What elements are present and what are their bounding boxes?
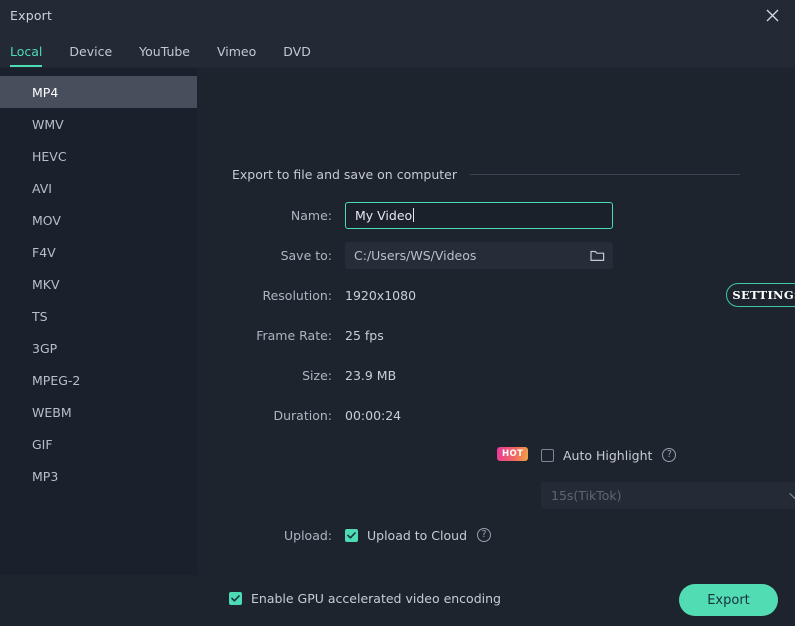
frame-rate-row: Frame Rate: 25 fps: [232, 322, 384, 348]
upload-label: Upload:: [232, 528, 345, 543]
export-button-label: Export: [707, 593, 750, 608]
export-dialog: Export Local Device YouTube Vimeo DVD MP…: [0, 0, 795, 626]
format-label: GIF: [32, 437, 53, 452]
upload-row: Upload: Upload to Cloud ?: [232, 522, 491, 548]
upload-help-icon[interactable]: ?: [477, 528, 491, 542]
size-label: Size:: [232, 368, 345, 383]
duration-value: 00:00:24: [345, 408, 401, 423]
tab-device[interactable]: Device: [69, 45, 112, 67]
tab-local[interactable]: Local: [10, 45, 42, 67]
tab-dvd[interactable]: DVD: [283, 45, 311, 67]
auto-highlight-help-icon[interactable]: ?: [662, 448, 676, 462]
format-label: F4V: [32, 245, 56, 260]
frame-rate-value: 25 fps: [345, 328, 384, 343]
format-label: TS: [32, 309, 48, 324]
duration-label: Duration:: [232, 408, 345, 423]
format-label: MPEG-2: [32, 373, 80, 388]
format-label: 3GP: [32, 341, 57, 356]
settings-button-label: SETTINGS: [732, 288, 795, 302]
folder-icon[interactable]: [589, 248, 605, 262]
tab-dvd-label: DVD: [283, 44, 311, 59]
help-glyph: ?: [481, 530, 486, 540]
settings-button[interactable]: SETTINGS: [726, 283, 795, 307]
resolution-row: Resolution: 1920x1080: [232, 282, 416, 308]
format-item-3gp[interactable]: 3GP: [0, 332, 197, 364]
format-item-hevc[interactable]: HEVC: [0, 140, 197, 172]
dialog-body: MP4 WMV HEVC AVI MOV F4V MKV TS 3GP MPEG…: [0, 68, 795, 626]
format-list: MP4 WMV HEVC AVI MOV F4V MKV TS 3GP MPEG…: [0, 68, 197, 626]
dialog-footer: Enable GPU accelerated video encoding Ex…: [0, 575, 795, 626]
text-caret: [413, 208, 414, 222]
export-button[interactable]: Export: [679, 584, 778, 616]
format-label: AVI: [32, 181, 52, 196]
tab-vimeo[interactable]: Vimeo: [217, 45, 256, 67]
auto-highlight-row: Auto Highlight ?: [541, 442, 676, 468]
format-item-mp4[interactable]: MP4: [0, 76, 197, 108]
format-item-ts[interactable]: TS: [0, 300, 197, 332]
format-label: MKV: [32, 277, 60, 292]
hot-badge-label: HOT: [502, 449, 523, 459]
window-title: Export: [10, 8, 52, 23]
highlight-preset-select[interactable]: 15s(TikTok): [541, 482, 795, 509]
format-label: MP4: [32, 85, 58, 100]
settings-panel: Export to file and save on computer Name…: [197, 68, 795, 626]
name-input[interactable]: My Video: [345, 202, 613, 229]
frame-rate-label: Frame Rate:: [232, 328, 345, 343]
format-item-mov[interactable]: MOV: [0, 204, 197, 236]
hot-badge: HOT: [497, 447, 528, 461]
format-item-wmv[interactable]: WMV: [0, 108, 197, 140]
duration-row: Duration: 00:00:24: [232, 402, 401, 428]
help-glyph: ?: [667, 450, 672, 460]
format-item-webm[interactable]: WEBM: [0, 396, 197, 428]
save-to-label: Save to:: [232, 248, 345, 263]
highlight-preset-value: 15s(TikTok): [551, 488, 622, 503]
format-label: WEBM: [32, 405, 72, 420]
format-item-mkv[interactable]: MKV: [0, 268, 197, 300]
gpu-acceleration-label: Enable GPU accelerated video encoding: [251, 591, 501, 606]
name-label: Name:: [232, 208, 345, 223]
name-row: Name: My Video: [232, 202, 613, 228]
format-item-avi[interactable]: AVI: [0, 172, 197, 204]
size-value: 23.9 MB: [345, 368, 396, 383]
section-title: Export to file and save on computer: [232, 167, 457, 182]
save-to-value: C:/Users/WS/Videos: [354, 248, 476, 263]
section-header: Export to file and save on computer: [232, 167, 740, 182]
format-label: HEVC: [32, 149, 67, 164]
gpu-acceleration-checkbox[interactable]: [229, 592, 242, 605]
tab-youtube[interactable]: YouTube: [139, 45, 190, 67]
tab-bar: Local Device YouTube Vimeo DVD: [0, 31, 795, 68]
upload-to-cloud-checkbox[interactable]: [345, 529, 358, 542]
resolution-label: Resolution:: [232, 288, 345, 303]
tab-device-label: Device: [69, 44, 112, 59]
tab-vimeo-label: Vimeo: [217, 44, 256, 59]
format-label: MOV: [32, 213, 61, 228]
format-label: MP3: [32, 469, 58, 484]
section-divider: [470, 174, 740, 175]
format-item-gif[interactable]: GIF: [0, 428, 197, 460]
format-item-f4v[interactable]: F4V: [0, 236, 197, 268]
titlebar: Export: [0, 0, 795, 31]
gpu-row: Enable GPU accelerated video encoding: [229, 591, 501, 606]
name-input-value: My Video: [355, 208, 412, 223]
save-to-row: Save to: C:/Users/WS/Videos: [232, 242, 613, 268]
upload-to-cloud-label: Upload to Cloud: [367, 528, 467, 543]
auto-highlight-checkbox[interactable]: [541, 449, 554, 462]
tab-youtube-label: YouTube: [139, 44, 190, 59]
tab-local-label: Local: [10, 44, 42, 59]
save-to-field[interactable]: C:/Users/WS/Videos: [345, 242, 613, 269]
resolution-value: 1920x1080: [345, 288, 416, 303]
size-row: Size: 23.9 MB: [232, 362, 396, 388]
close-button[interactable]: [749, 0, 795, 31]
format-label: WMV: [32, 117, 64, 132]
format-item-mp3[interactable]: MP3: [0, 460, 197, 492]
chevron-down-icon: [789, 492, 795, 499]
format-item-mpeg2[interactable]: MPEG-2: [0, 364, 197, 396]
auto-highlight-label: Auto Highlight: [563, 448, 652, 463]
close-icon: [766, 9, 779, 22]
